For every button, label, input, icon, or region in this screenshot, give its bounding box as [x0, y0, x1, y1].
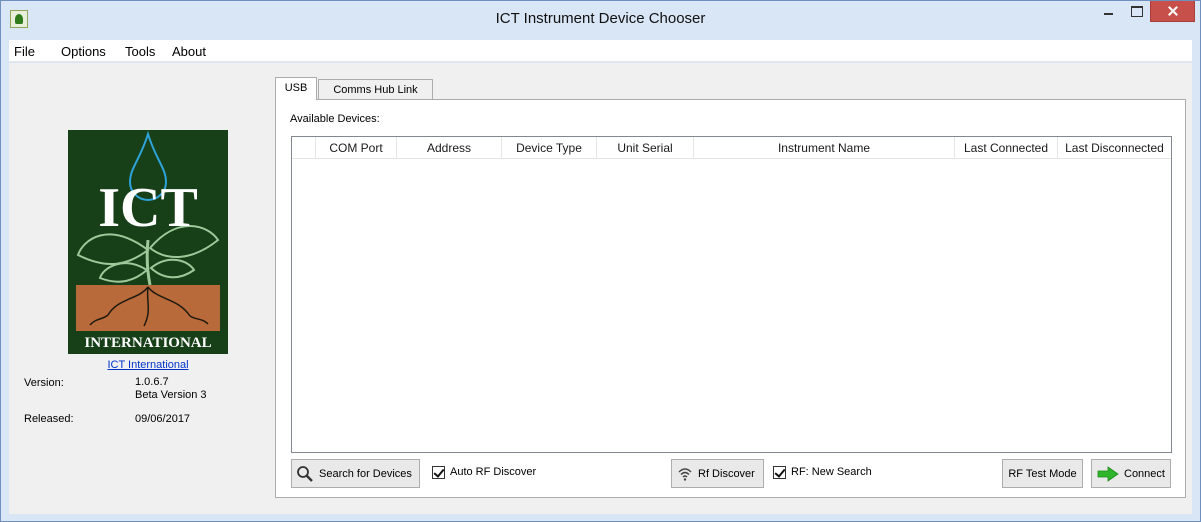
column-unit-serial[interactable]: Unit Serial	[597, 137, 694, 158]
window-title: ICT Instrument Device Chooser	[495, 10, 706, 27]
connect-label: Connect	[1124, 468, 1165, 480]
tab-usb[interactable]: USB	[275, 77, 317, 100]
available-devices-label: Available Devices:	[290, 113, 380, 125]
devices-table[interactable]: COM Port Address Device Type Unit Serial…	[291, 136, 1172, 453]
main-panel: ICT INTERNATIONAL ICT International Vers…	[9, 63, 1192, 514]
menu-tools[interactable]: Tools	[125, 44, 155, 59]
version-sub-value: Beta Version 3	[135, 389, 207, 401]
svg-text:INTERNATIONAL: INTERNATIONAL	[84, 335, 211, 351]
menu-file[interactable]: File	[14, 44, 35, 59]
rf-new-search-label: RF: New Search	[791, 466, 872, 478]
menu-options[interactable]: Options	[61, 44, 106, 59]
title-bar[interactable]: ICT Instrument Device Chooser	[1, 1, 1200, 40]
svg-text:ICT: ICT	[98, 177, 198, 239]
minimize-button[interactable]	[1095, 1, 1123, 22]
table-header: COM Port Address Device Type Unit Serial…	[292, 137, 1171, 159]
auto-rf-discover-label: Auto RF Discover	[450, 466, 537, 478]
search-for-devices-button[interactable]: Search for Devices	[291, 459, 420, 488]
column-address[interactable]: Address	[397, 137, 502, 158]
menu-bar: File Options Tools About	[9, 40, 1192, 62]
search-icon	[297, 466, 313, 482]
wifi-icon	[678, 468, 692, 481]
rf-discover-label: Rf Discover	[698, 468, 755, 480]
column-device-type[interactable]: Device Type	[502, 137, 597, 158]
column-last-connected[interactable]: Last Connected	[955, 137, 1058, 158]
usb-tab-panel: Available Devices: COM Port Address Devi…	[275, 99, 1186, 498]
rf-new-search-checkbox[interactable]	[773, 466, 786, 479]
auto-rf-discover-checkbox[interactable]	[432, 466, 445, 479]
connect-button[interactable]: Connect	[1091, 459, 1171, 488]
version-label: Version:	[24, 377, 64, 389]
released-label: Released:	[24, 413, 74, 425]
released-value: 09/06/2017	[135, 413, 191, 425]
ict-international-link[interactable]: ICT International	[68, 359, 228, 371]
search-for-devices-label: Search for Devices	[319, 468, 412, 480]
column-instrument-name[interactable]: Instrument Name	[694, 137, 955, 158]
rf-discover-button[interactable]: Rf Discover	[671, 459, 764, 488]
menu-about[interactable]: About	[172, 44, 206, 59]
ict-international-logo: ICT INTERNATIONAL	[68, 130, 228, 354]
app-window: ICT Instrument Device Chooser File Optio…	[0, 0, 1201, 522]
maximize-button[interactable]	[1123, 1, 1150, 22]
column-last-disconnected[interactable]: Last Disconnected	[1058, 137, 1171, 158]
column-com-port[interactable]: COM Port	[316, 137, 397, 158]
column-select[interactable]	[292, 137, 316, 158]
arrow-right-icon	[1097, 466, 1119, 482]
tab-comms-hub-link[interactable]: Comms Hub Link	[318, 79, 433, 101]
close-button[interactable]	[1150, 1, 1195, 22]
version-value: 1.0.6.7	[135, 376, 169, 388]
rf-test-mode-button[interactable]: RF Test Mode	[1002, 459, 1083, 488]
